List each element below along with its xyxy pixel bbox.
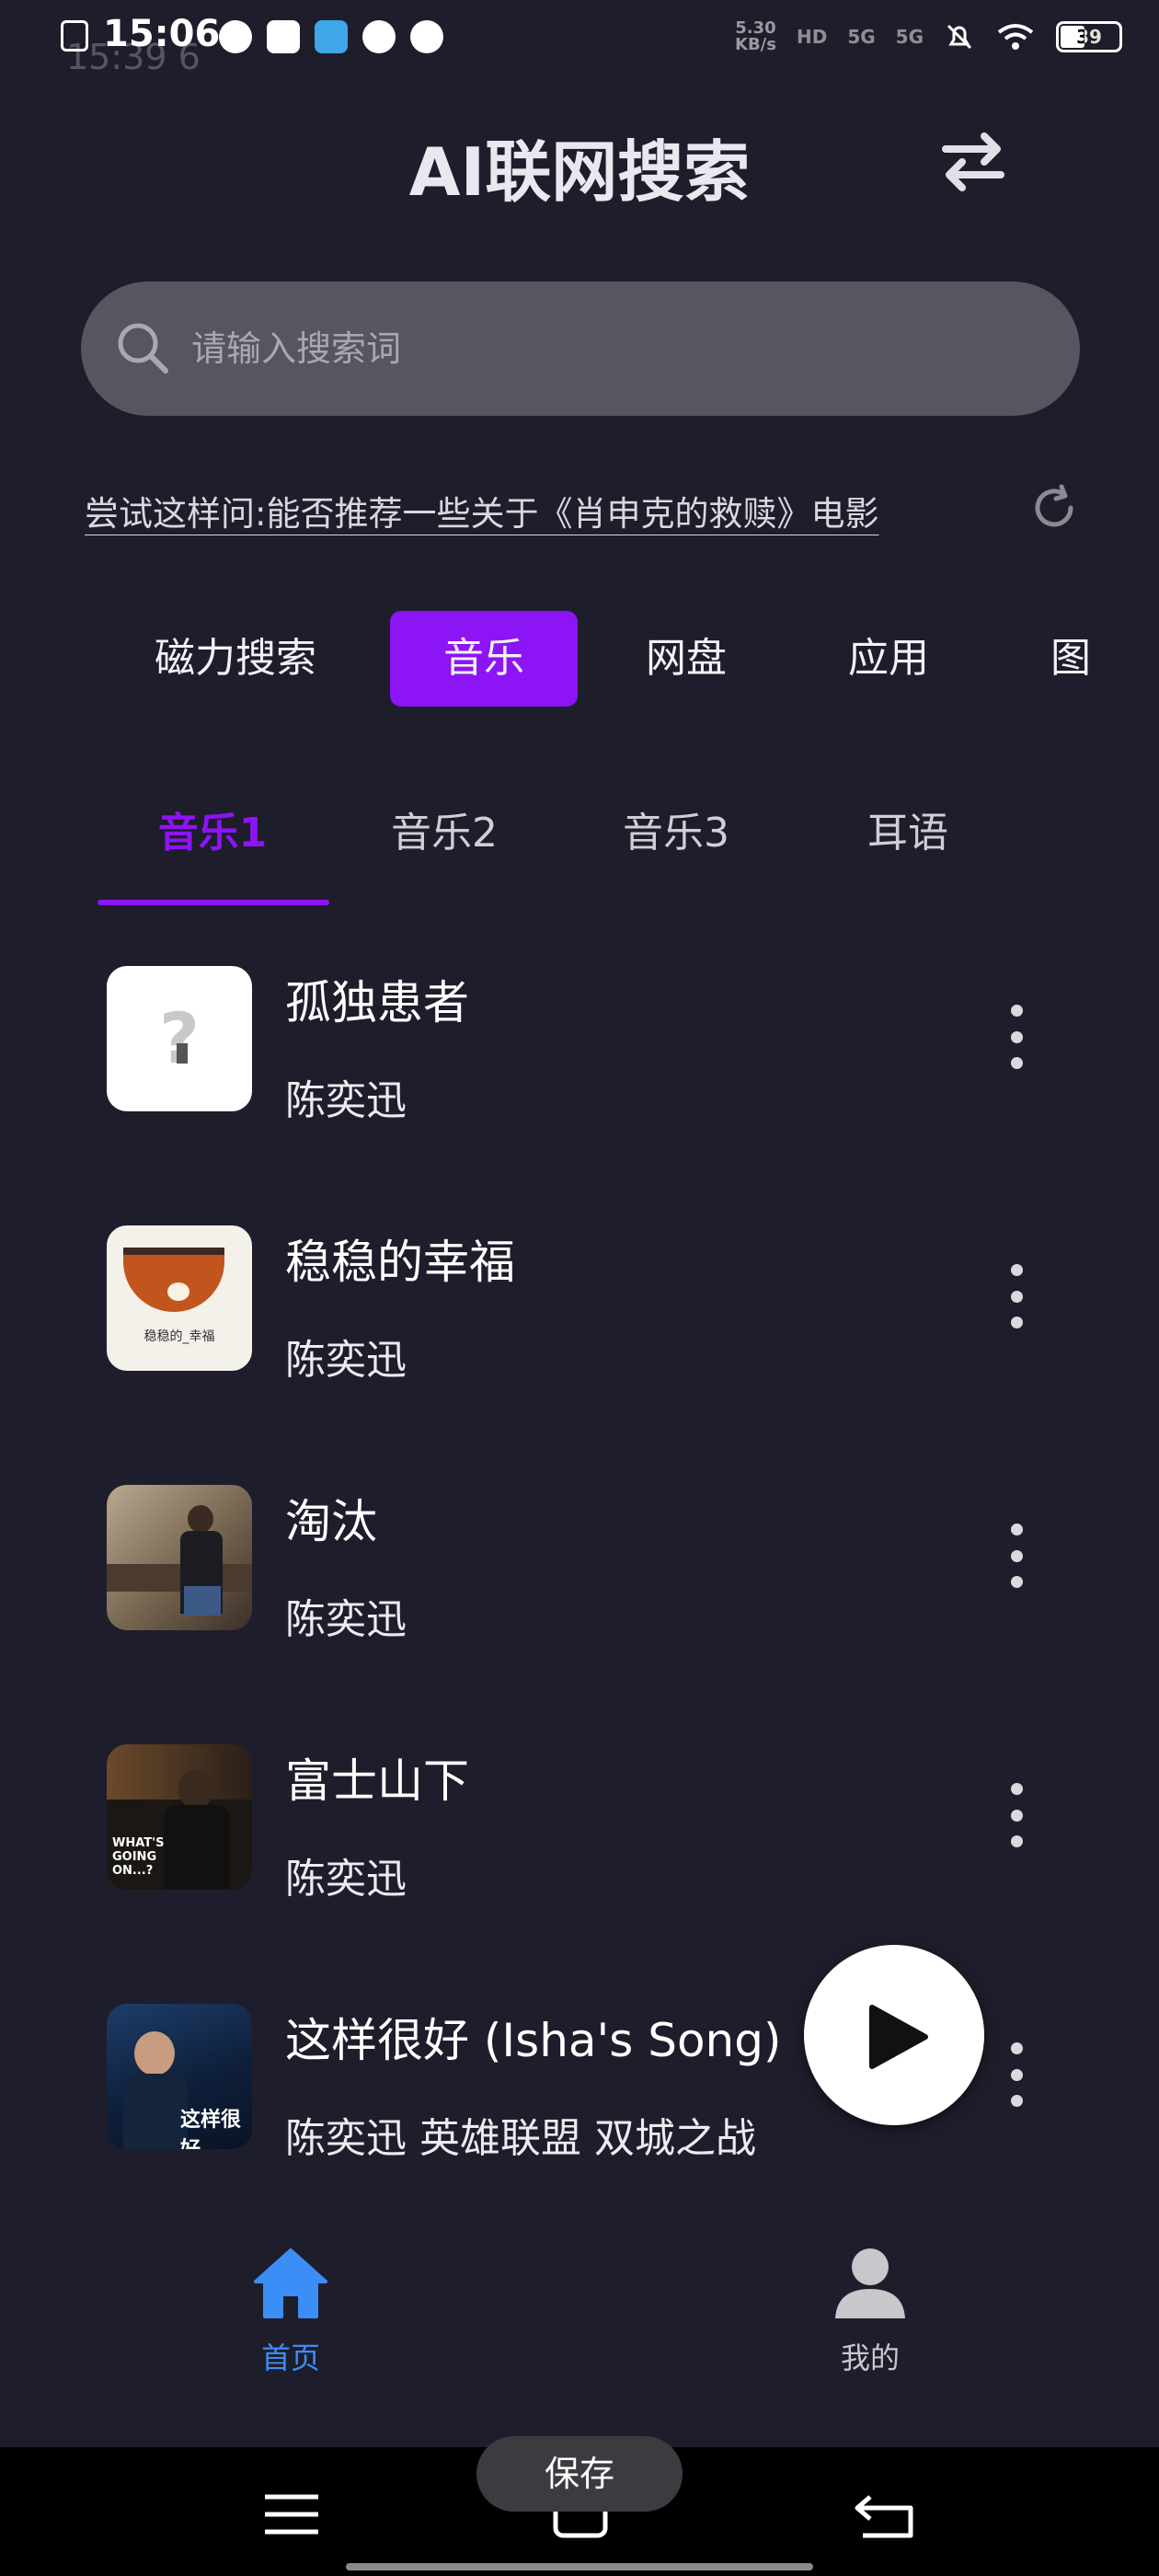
suggestion-link[interactable]: 尝试这样问:能否推荐一些关于《肖申克的救赎》电影 (85, 486, 990, 535)
more-options-icon[interactable] (1003, 2042, 1030, 2107)
song-item[interactable]: WHAT'S GOING ON...? 富士山下 陈奕迅 (0, 1744, 1159, 1928)
more-options-icon[interactable] (1003, 1264, 1030, 1328)
back-icon[interactable] (854, 2491, 914, 2539)
album-cover: WHAT'S GOING ON...? (107, 1744, 252, 1890)
home-icon (254, 2248, 327, 2318)
cover-text: ? (158, 997, 201, 1079)
album-cover: 稳稳的_幸福 (107, 1225, 252, 1371)
user-icon (835, 2248, 905, 2318)
save-toast: 保存 (476, 2436, 683, 2512)
hd-badge: HD (796, 26, 828, 48)
search-input[interactable] (191, 328, 927, 369)
tab-netdisk[interactable]: 网盘 (620, 611, 752, 707)
music-source-tabs: 音乐1 音乐2 音乐3 耳语 (0, 800, 1159, 911)
album-cover: ? (107, 966, 252, 1111)
cover-face (134, 2031, 175, 2076)
screen-record-icon (61, 20, 88, 52)
more-options-icon[interactable] (1003, 1524, 1030, 1588)
signal-5g-1: 5G (847, 26, 876, 48)
signal-5g-2: 5G (895, 26, 924, 48)
play-icon (869, 2005, 928, 2069)
more-options-icon[interactable] (1003, 1783, 1030, 1847)
song-item[interactable]: ? 孤独患者 陈奕迅 (0, 966, 1159, 1150)
nav-home[interactable]: 首页 (199, 2245, 383, 2377)
song-artist: 陈奕迅 (285, 1856, 407, 1903)
battery-icon: 39 (1056, 21, 1122, 52)
tab-whisper[interactable]: 耳语 (793, 800, 1023, 911)
tab-magnet-search[interactable]: 磁力搜索 (129, 611, 342, 707)
app-notification-icons (219, 20, 443, 53)
net-speed-unit: KB/s (735, 35, 776, 54)
song-title: 淘汰 (285, 1495, 377, 1548)
tab-music-2[interactable]: 音乐2 (329, 800, 559, 911)
song-item[interactable]: 这样很好 这样很好 (Isha's Song) 陈奕迅 英雄联盟 双城之战 (0, 2004, 1159, 2188)
active-tab-indicator (98, 900, 329, 905)
status-bar: 15:39 6 15:06 5.30 KB/s HD 5G 5G 39 (0, 0, 1159, 77)
song-artist: 陈奕迅 (285, 1337, 407, 1384)
more-options-icon[interactable] (1003, 1005, 1030, 1069)
wifi-icon (997, 24, 1034, 50)
song-title: 孤独患者 (285, 976, 469, 1029)
cover-head (178, 1770, 213, 1809)
status-time: 15:06 (103, 13, 221, 55)
song-title: 富士山下 (285, 1754, 469, 1808)
song-item[interactable]: 淘汰 陈奕迅 (0, 1485, 1159, 1669)
cover-body (123, 2074, 188, 2149)
mute-bell-icon (947, 24, 972, 50)
bottom-navigation: 首页 我的 (0, 2245, 1159, 2447)
nav-mine[interactable]: 我的 (778, 2245, 962, 2377)
search-icon (118, 323, 168, 374)
song-title: 稳稳的幸福 (285, 1236, 515, 1289)
cover-egg (167, 1282, 189, 1301)
tab-music-3[interactable]: 音乐3 (561, 800, 791, 911)
notification-icons (61, 20, 88, 52)
song-title: 这样很好 (Isha's Song) (285, 2014, 782, 2067)
tab-music[interactable]: 音乐 (390, 611, 578, 707)
song-item[interactable]: 稳稳的_幸福 稳稳的幸福 陈奕迅 (0, 1225, 1159, 1409)
menu-icon[interactable] (263, 2491, 320, 2537)
link-app-icon (362, 20, 396, 53)
play-button[interactable] (804, 1945, 984, 2125)
net-speed: 5.30 KB/s (735, 20, 776, 53)
tab-images[interactable]: 图 (1023, 611, 1119, 707)
check-app-icon (410, 20, 443, 53)
tab-music-1[interactable]: 音乐1 (98, 800, 327, 911)
album-cover: 这样很好 (107, 2004, 252, 2149)
cover-text: 这样很好 (180, 2109, 242, 2149)
cat-app-icon (219, 20, 252, 53)
battery-level: 39 (1076, 26, 1102, 48)
mini-app-icon (315, 20, 348, 53)
cover-jeans (184, 1586, 221, 1616)
video-app-icon (267, 20, 300, 53)
nav-home-label: 首页 (260, 2340, 320, 2375)
search-box[interactable] (81, 282, 1080, 416)
nav-mine-label: 我的 (840, 2340, 900, 2375)
song-artist: 陈奕迅 (285, 1077, 407, 1124)
home-indicator[interactable] (346, 2563, 813, 2570)
cover-table (107, 1564, 252, 1592)
cover-head (188, 1505, 213, 1533)
tab-apps[interactable]: 应用 (822, 611, 955, 707)
cover-figure (177, 1043, 188, 1064)
album-cover (107, 1485, 252, 1630)
swap-icon[interactable] (936, 129, 1010, 193)
cover-bowl (123, 1248, 224, 1312)
song-artist: 陈奕迅 英雄联盟 双城之战 (285, 2115, 756, 2162)
refresh-icon[interactable] (1028, 482, 1080, 534)
song-artist: 陈奕迅 (285, 1596, 407, 1643)
status-right: 5.30 KB/s HD 5G 5G 39 (735, 20, 1122, 53)
cover-text: WHAT'S GOING ON...? (112, 1836, 165, 1878)
cover-text: 稳稳的_幸福 (143, 1329, 215, 1344)
category-tabs: 磁力搜索 音乐 网盘 应用 图 (0, 611, 1159, 708)
